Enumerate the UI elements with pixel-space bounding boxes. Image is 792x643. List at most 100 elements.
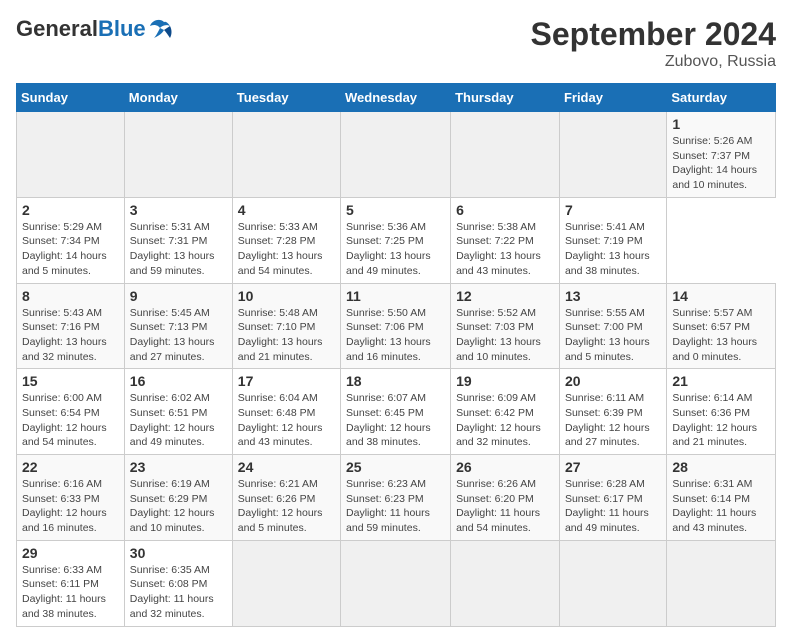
empty-day-cell	[124, 112, 232, 198]
day-detail: Sunrise: 6:00 AMSunset: 6:54 PMDaylight:…	[22, 391, 119, 450]
day-detail: Sunrise: 5:43 AMSunset: 7:16 PMDaylight:…	[22, 306, 119, 365]
day-number: 30	[130, 545, 227, 561]
day-cell-28: 28Sunrise: 6:31 AMSunset: 6:14 PMDayligh…	[667, 455, 776, 541]
empty-day-cell	[559, 540, 666, 626]
calendar-header-row: SundayMondayTuesdayWednesdayThursdayFrid…	[17, 84, 776, 112]
day-detail: Sunrise: 6:04 AMSunset: 6:48 PMDaylight:…	[238, 391, 335, 450]
day-detail: Sunrise: 6:14 AMSunset: 6:36 PMDaylight:…	[672, 391, 770, 450]
day-cell-29: 29 Sunrise: 6:33 AMSunset: 6:11 PMDayligh…	[17, 540, 125, 626]
day-detail: Sunrise: 6:09 AMSunset: 6:42 PMDaylight:…	[456, 391, 554, 450]
day-cell-25: 25 Sunrise: 6:23 AMSunset: 6:23 PMDayligh…	[341, 455, 451, 541]
day-detail: Sunrise: 5:45 AMSunset: 7:13 PMDaylight:…	[130, 306, 227, 365]
day-number: 7	[565, 202, 661, 218]
day-cell-4: 4 Sunrise: 5:33 AMSunset: 7:28 PMDaylight…	[232, 197, 340, 283]
day-cell-12: 12 Sunrise: 5:52 AMSunset: 7:03 PMDayligh…	[451, 283, 560, 369]
day-cell-5: 5Sunrise: 5:36 AMSunset: 7:25 PMDaylight…	[341, 197, 451, 283]
day-number: 10	[238, 288, 335, 304]
day-detail: Sunrise: 6:16 AMSunset: 6:33 PMDaylight:…	[22, 477, 119, 536]
calendar-week-row: 29 Sunrise: 6:33 AMSunset: 6:11 PMDayligh…	[17, 540, 776, 626]
day-number: 6	[456, 202, 554, 218]
day-cell-26: 26 Sunrise: 6:26 AMSunset: 6:20 PMDayligh…	[451, 455, 560, 541]
calendar-week-row: 2Sunrise: 5:29 AMSunset: 7:34 PMDaylight…	[17, 197, 776, 283]
empty-day-cell	[451, 112, 560, 198]
day-cell-14: 14 Sunrise: 5:57 AMSunset: 6:57 PMDayligh…	[667, 283, 776, 369]
day-number: 24	[238, 459, 335, 475]
weekday-header-sunday: Sunday	[17, 84, 125, 112]
day-cell-21: 21Sunrise: 6:14 AMSunset: 6:36 PMDayligh…	[667, 369, 776, 455]
day-cell-13: 13Sunrise: 5:55 AMSunset: 7:00 PMDayligh…	[559, 283, 666, 369]
day-cell-15: 15 Sunrise: 6:00 AMSunset: 6:54 PMDayligh…	[17, 369, 125, 455]
logo-text: GeneralBlue	[16, 16, 146, 42]
day-cell-19: 19 Sunrise: 6:09 AMSunset: 6:42 PMDayligh…	[451, 369, 560, 455]
day-detail: Sunrise: 5:50 AMSunset: 7:06 PMDaylight:…	[346, 306, 445, 365]
day-number: 29	[22, 545, 119, 561]
day-number: 27	[565, 459, 661, 475]
day-cell-30: 30 Sunrise: 6:35 AMSunset: 6:08 PMDayligh…	[124, 540, 232, 626]
day-cell-22: 22 Sunrise: 6:16 AMSunset: 6:33 PMDayligh…	[17, 455, 125, 541]
day-cell-23: 23 Sunrise: 6:19 AMSunset: 6:29 PMDayligh…	[124, 455, 232, 541]
day-number: 23	[130, 459, 227, 475]
day-detail: Sunrise: 6:23 AMSunset: 6:23 PMDaylight:…	[346, 477, 445, 536]
day-number: 1	[672, 116, 770, 132]
day-detail: Sunrise: 5:55 AMSunset: 7:00 PMDaylight:…	[565, 306, 661, 365]
weekday-header-wednesday: Wednesday	[341, 84, 451, 112]
day-number: 28	[672, 459, 770, 475]
day-cell-27: 27 Sunrise: 6:28 AMSunset: 6:17 PMDayligh…	[559, 455, 666, 541]
day-cell-2: 2Sunrise: 5:29 AMSunset: 7:34 PMDaylight…	[17, 197, 125, 283]
empty-day-cell	[559, 112, 666, 198]
day-cell-7: 7Sunrise: 5:41 AMSunset: 7:19 PMDaylight…	[559, 197, 666, 283]
day-cell-17: 17 Sunrise: 6:04 AMSunset: 6:48 PMDayligh…	[232, 369, 340, 455]
weekday-header-friday: Friday	[559, 84, 666, 112]
day-cell-1: 1 Sunrise: 5:26 AMSunset: 7:37 PMDaylight…	[667, 112, 776, 198]
logo: GeneralBlue	[16, 16, 178, 42]
empty-day-cell	[232, 112, 340, 198]
day-detail: Sunrise: 6:21 AMSunset: 6:26 PMDaylight:…	[238, 477, 335, 536]
day-detail: Sunrise: 5:33 AMSunset: 7:28 PMDaylight:…	[238, 220, 335, 279]
day-detail: Sunrise: 5:57 AMSunset: 6:57 PMDaylight:…	[672, 306, 770, 365]
weekday-header-monday: Monday	[124, 84, 232, 112]
day-number: 14	[672, 288, 770, 304]
day-cell-6: 6 Sunrise: 5:38 AMSunset: 7:22 PMDaylight…	[451, 197, 560, 283]
title-block: September 2024 Zubovo, Russia	[531, 16, 776, 71]
day-number: 17	[238, 373, 335, 389]
day-number: 11	[346, 288, 445, 304]
day-number: 15	[22, 373, 119, 389]
day-cell-9: 9 Sunrise: 5:45 AMSunset: 7:13 PMDaylight…	[124, 283, 232, 369]
day-cell-24: 24 Sunrise: 6:21 AMSunset: 6:26 PMDayligh…	[232, 455, 340, 541]
day-detail: Sunrise: 6:26 AMSunset: 6:20 PMDaylight:…	[456, 477, 554, 536]
day-cell-18: 18 Sunrise: 6:07 AMSunset: 6:45 PMDayligh…	[341, 369, 451, 455]
weekday-header-tuesday: Tuesday	[232, 84, 340, 112]
day-detail: Sunrise: 6:33 AMSunset: 6:11 PMDaylight:…	[22, 563, 119, 622]
day-detail: Sunrise: 5:26 AMSunset: 7:37 PMDaylight:…	[672, 134, 770, 193]
day-number: 9	[130, 288, 227, 304]
day-detail: Sunrise: 6:19 AMSunset: 6:29 PMDaylight:…	[130, 477, 227, 536]
day-detail: Sunrise: 5:52 AMSunset: 7:03 PMDaylight:…	[456, 306, 554, 365]
day-number: 18	[346, 373, 445, 389]
day-cell-3: 3Sunrise: 5:31 AMSunset: 7:31 PMDaylight…	[124, 197, 232, 283]
day-cell-11: 11 Sunrise: 5:50 AMSunset: 7:06 PMDayligh…	[341, 283, 451, 369]
day-number: 19	[456, 373, 554, 389]
day-number: 4	[238, 202, 335, 218]
day-detail: Sunrise: 6:28 AMSunset: 6:17 PMDaylight:…	[565, 477, 661, 536]
empty-day-cell	[667, 540, 776, 626]
calendar-week-row: 1 Sunrise: 5:26 AMSunset: 7:37 PMDaylight…	[17, 112, 776, 198]
day-number: 22	[22, 459, 119, 475]
empty-day-cell	[451, 540, 560, 626]
day-number: 5	[346, 202, 445, 218]
day-number: 16	[130, 373, 227, 389]
day-number: 3	[130, 202, 227, 218]
day-number: 26	[456, 459, 554, 475]
calendar-table: SundayMondayTuesdayWednesdayThursdayFrid…	[16, 83, 776, 627]
day-detail: Sunrise: 6:35 AMSunset: 6:08 PMDaylight:…	[130, 563, 227, 622]
day-number: 25	[346, 459, 445, 475]
day-detail: Sunrise: 5:38 AMSunset: 7:22 PMDaylight:…	[456, 220, 554, 279]
day-detail: Sunrise: 6:02 AMSunset: 6:51 PMDaylight:…	[130, 391, 227, 450]
logo-bird-icon	[150, 18, 178, 40]
calendar-week-row: 8Sunrise: 5:43 AMSunset: 7:16 PMDaylight…	[17, 283, 776, 369]
weekday-header-saturday: Saturday	[667, 84, 776, 112]
day-cell-10: 10Sunrise: 5:48 AMSunset: 7:10 PMDayligh…	[232, 283, 340, 369]
page-header: GeneralBlue September 2024 Zubovo, Russi…	[16, 16, 776, 71]
day-detail: Sunrise: 6:07 AMSunset: 6:45 PMDaylight:…	[346, 391, 445, 450]
day-number: 12	[456, 288, 554, 304]
calendar-week-row: 15 Sunrise: 6:00 AMSunset: 6:54 PMDayligh…	[17, 369, 776, 455]
